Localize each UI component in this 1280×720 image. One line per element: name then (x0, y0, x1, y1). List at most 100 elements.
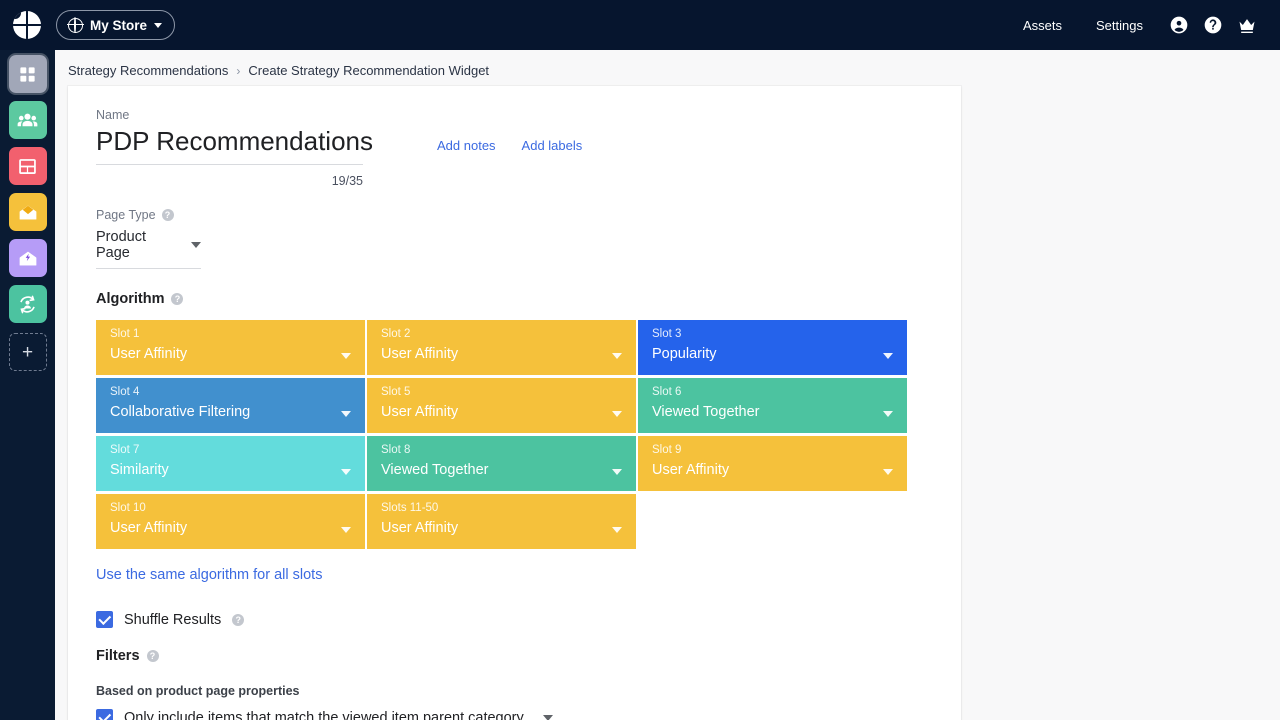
top-navigation-right: Assets Settings (1006, 0, 1280, 50)
algorithm-slot-value: User Affinity (652, 459, 895, 481)
algorithm-slot[interactable]: Slot 9 User Affinity (638, 436, 907, 491)
algorithm-slot-value: Popularity (652, 343, 895, 365)
help-circle-icon[interactable] (1198, 10, 1228, 40)
filter-label: Only include items that match the viewed… (124, 710, 524, 720)
algorithm-slot-value: User Affinity (110, 343, 353, 365)
algorithm-slots-grid: Slot 1User AffinitySlot 2User AffinitySl… (96, 320, 909, 549)
sidebar-item-triggered[interactable] (9, 239, 47, 277)
algorithm-label: Algorithm (96, 291, 164, 307)
chevron-down-icon[interactable] (543, 715, 553, 720)
main-content-area: Strategy Recommendations › Create Strate… (55, 50, 1280, 720)
help-icon[interactable]: ? (147, 650, 159, 662)
chevron-down-icon (612, 411, 622, 417)
sidebar-item-email[interactable] (9, 193, 47, 231)
store-picker-button[interactable]: My Store (56, 10, 175, 40)
filters-label: Filters (96, 648, 140, 664)
algorithm-label-row: Algorithm ? (96, 291, 933, 307)
shuffle-results-row: Shuffle Results ? (96, 611, 933, 628)
top-navigation-bar: My Store Assets Settings (0, 0, 1280, 50)
help-icon[interactable]: ? (171, 293, 183, 305)
open-envelope-icon (17, 201, 39, 223)
breadcrumb-current: Create Strategy Recommendation Widget (248, 63, 489, 78)
algorithm-slot-name: Slot 9 (652, 443, 895, 457)
grid-squares-icon (18, 65, 37, 84)
filters-label-row: Filters ? (96, 648, 933, 664)
sidebar-item-dashboard[interactable] (9, 55, 47, 93)
algorithm-slot[interactable]: Slots 11-50 User Affinity (367, 494, 636, 549)
help-icon[interactable]: ? (232, 614, 244, 626)
filter-checkbox[interactable] (96, 709, 113, 720)
algorithm-slot-name: Slot 1 (110, 327, 353, 341)
algorithm-slot-name: Slot 4 (110, 385, 353, 399)
crown-icon[interactable] (1232, 10, 1262, 40)
brand-logo-icon[interactable] (13, 11, 41, 39)
sidebar-item-recommendations[interactable] (9, 285, 47, 323)
name-char-count: 19/35 (96, 174, 363, 188)
chevron-down-icon (154, 23, 162, 28)
page-type-label: Page Type (96, 208, 156, 222)
layout-panel-icon (17, 156, 38, 177)
chevron-down-icon (612, 469, 622, 475)
chevron-down-icon (883, 469, 893, 475)
name-input-underline (96, 164, 363, 165)
algorithm-slot-name: Slot 3 (652, 327, 895, 341)
chevron-down-icon (883, 353, 893, 359)
chevron-down-icon (341, 527, 351, 533)
chevron-down-icon (341, 411, 351, 417)
shuffle-results-checkbox[interactable] (96, 611, 113, 628)
algorithm-slot-value: Collaborative Filtering (110, 401, 353, 423)
algorithm-slot-name: Slots 11-50 (381, 501, 624, 515)
nav-link-assets[interactable]: Assets (1006, 18, 1079, 33)
use-same-algorithm-link[interactable]: Use the same algorithm for all slots (96, 567, 322, 583)
filters-subheading: Based on product page properties (96, 684, 933, 698)
sidebar-item-onsite[interactable] (9, 147, 47, 185)
algorithm-slot-value: Viewed Together (381, 459, 624, 481)
page-type-select[interactable]: Product Page (96, 229, 201, 269)
add-notes-link[interactable]: Add notes (437, 138, 496, 153)
chevron-down-icon (612, 353, 622, 359)
name-field-label: Name (96, 108, 933, 122)
page-type-value: Product Page (96, 229, 181, 261)
algorithm-slot-name: Slot 7 (110, 443, 353, 457)
help-icon[interactable]: ? (162, 209, 174, 221)
algorithm-slot[interactable]: Slot 1 User Affinity (96, 320, 365, 375)
chevron-down-icon (341, 353, 351, 359)
algorithm-slot-name: Slot 2 (381, 327, 624, 341)
people-group-icon (16, 109, 39, 132)
algorithm-slot[interactable]: Slot 7 Similarity (96, 436, 365, 491)
sidebar-item-audiences[interactable] (9, 101, 47, 139)
algorithm-slot[interactable]: Slot 4 Collaborative Filtering (96, 378, 365, 433)
store-picker-label: My Store (90, 18, 147, 33)
add-labels-link[interactable]: Add labels (522, 138, 583, 153)
algorithm-slot-value: Viewed Together (652, 401, 895, 423)
name-input[interactable]: PDP Recommendations (96, 124, 373, 158)
sidebar-add-button[interactable]: + (9, 333, 47, 371)
breadcrumb: Strategy Recommendations › Create Strate… (55, 50, 1280, 78)
nav-link-settings[interactable]: Settings (1079, 18, 1160, 33)
algorithm-slot-value: User Affinity (381, 343, 624, 365)
algorithm-slot-value: User Affinity (110, 517, 353, 539)
filter-rows: Only include items that match the viewed… (96, 709, 933, 720)
algorithm-slot-value: User Affinity (381, 401, 624, 423)
algorithm-slot[interactable]: Slot 6Viewed Together (638, 378, 907, 433)
algorithm-slot-value: User Affinity (381, 517, 624, 539)
account-circle-icon[interactable] (1164, 10, 1194, 40)
algorithm-slot-value: Similarity (110, 459, 353, 481)
chevron-down-icon (612, 527, 622, 533)
algorithm-slot[interactable]: Slot 2 User Affinity (367, 320, 636, 375)
algorithm-slot[interactable]: Slot 8Viewed Together (367, 436, 636, 491)
filter-row: Only include items that match the viewed… (96, 709, 933, 720)
breadcrumb-parent[interactable]: Strategy Recommendations (68, 63, 228, 78)
name-actions: Add notes Add labels (437, 138, 582, 153)
envelope-bolt-icon (17, 247, 39, 269)
algorithm-slot[interactable]: Slot 10 User Affinity (96, 494, 365, 549)
algorithm-slot[interactable]: Slot 3 Popularity (638, 320, 907, 375)
chevron-down-icon (883, 411, 893, 417)
chevron-down-icon (341, 469, 351, 475)
name-row: PDP Recommendations Add notes Add labels (96, 124, 933, 158)
algorithm-slot[interactable]: Slot 5 User Affinity (367, 378, 636, 433)
left-sidebar-rail: + (0, 50, 55, 720)
globe-icon (68, 18, 83, 33)
algorithm-slot-name: Slot 10 (110, 501, 353, 515)
algorithm-slot-name: Slot 5 (381, 385, 624, 399)
